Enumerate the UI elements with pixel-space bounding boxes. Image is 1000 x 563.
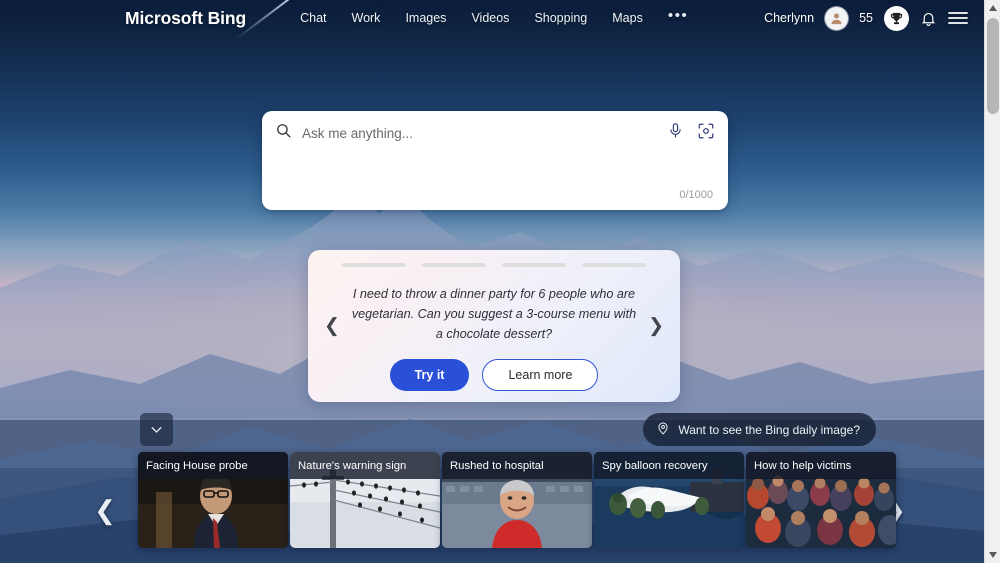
learn-more-button[interactable]: Learn more	[482, 358, 599, 391]
progress-pip[interactable]	[582, 263, 646, 267]
user-avatar-icon[interactable]	[825, 6, 849, 30]
nav-link-chat[interactable]: Chat	[300, 11, 326, 25]
progress-pip[interactable]	[342, 263, 406, 267]
chevron-right-icon[interactable]: ❯	[642, 311, 670, 342]
nav-link-images[interactable]: Images	[405, 11, 446, 25]
microsoft-logo-icon	[96, 8, 116, 28]
search-input[interactable]	[302, 125, 667, 141]
carousel-prev-button[interactable]: ❮	[88, 484, 122, 536]
visual-search-camera-icon[interactable]	[697, 122, 715, 145]
suggestion-text: I need to throw a dinner party for 6 peo…	[351, 286, 637, 342]
trophy-icon[interactable]	[884, 5, 909, 31]
chevron-left-icon[interactable]: ❮	[318, 311, 346, 342]
news-card-title: Nature's warning sign	[290, 452, 440, 479]
news-card[interactable]: Facing House probe	[138, 452, 288, 548]
scrollbar-thumb[interactable]	[987, 18, 999, 114]
progress-pip[interactable]	[502, 263, 566, 267]
search-tools	[667, 122, 715, 145]
search-input-row	[262, 111, 728, 155]
scroll-up-arrow-icon[interactable]	[985, 0, 1000, 16]
top-navigation-bar: Microsoft Bing Chat Work Images Videos S…	[0, 0, 984, 36]
news-card[interactable]: How to help victims	[746, 452, 896, 548]
account-username: Cherlynn	[764, 11, 815, 25]
more-horizontal-icon[interactable]: •••	[668, 8, 689, 26]
location-pin-icon	[656, 421, 670, 438]
search-icon	[275, 122, 292, 144]
daily-image-prompt[interactable]: Want to see the Bing daily image?	[643, 413, 876, 446]
suggestion-card: I need to throw a dinner party for 6 peo…	[308, 250, 680, 402]
carousel-progress-pips	[342, 263, 646, 267]
character-counter: 0/1000	[679, 189, 713, 201]
news-card-title: How to help victims	[746, 452, 896, 479]
progress-pip[interactable]	[422, 263, 486, 267]
nav-links: Chat Work Images Videos Shopping Maps ••…	[300, 8, 689, 26]
nav-link-videos[interactable]: Videos	[471, 11, 509, 25]
page-scrollbar[interactable]	[984, 0, 1000, 563]
news-card-title: Rushed to hospital	[442, 452, 592, 479]
suggestion-buttons: Try it Learn more	[389, 358, 599, 391]
try-it-button[interactable]: Try it	[389, 358, 470, 391]
hamburger-menu-icon[interactable]	[948, 10, 968, 26]
nav-link-maps[interactable]: Maps	[612, 11, 643, 25]
brand-name: Microsoft Bing	[125, 7, 247, 28]
search-box[interactable]: 0/1000	[262, 111, 728, 210]
brand-logo[interactable]: Microsoft Bing	[96, 8, 246, 29]
daily-image-label: Want to see the Bing daily image?	[678, 422, 860, 437]
bell-icon[interactable]	[920, 10, 937, 27]
nav-link-shopping[interactable]: Shopping	[534, 11, 587, 25]
expand-feed-button[interactable]	[140, 413, 173, 446]
news-card-title: Spy balloon recovery	[594, 452, 744, 479]
microphone-icon[interactable]	[667, 122, 684, 144]
news-card[interactable]: Rushed to hospital	[442, 452, 592, 548]
news-card-carousel: Facing House probe Nature's warning sign	[138, 452, 896, 548]
rewards-points: 55	[859, 11, 873, 25]
news-card-title: Facing House probe	[138, 452, 288, 479]
nav-link-work[interactable]: Work	[352, 11, 381, 25]
news-card[interactable]: Spy balloon recovery	[594, 452, 744, 548]
chevron-down-icon	[151, 427, 162, 433]
news-card[interactable]: Nature's warning sign	[290, 452, 440, 548]
account-area: Cherlynn 55	[764, 5, 968, 31]
scroll-down-arrow-icon[interactable]	[985, 547, 1000, 563]
